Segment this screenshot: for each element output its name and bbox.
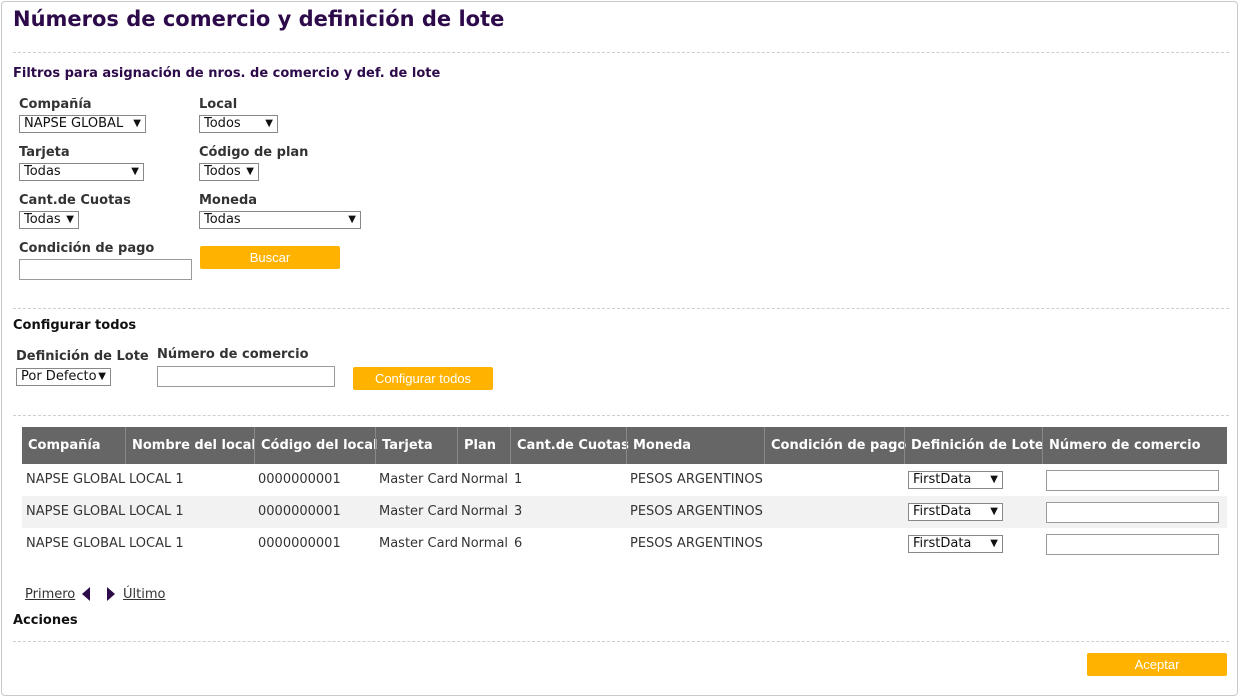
compania-label: Compañía [19,97,92,112]
cell-plan: Normal [461,536,509,551]
filters-title: Filtros para asignación de nros. de come… [13,66,441,81]
cell-cuotas: 3 [514,504,523,519]
configurar-todos-button[interactable]: Configurar todos [353,367,493,390]
divider [13,52,1229,53]
column-header: Condición de pago [764,427,906,464]
column-header: Compañía [28,438,101,453]
triangle-left-icon[interactable] [82,587,90,601]
numero-comercio-row-input[interactable] [1046,502,1219,523]
triangle-right-icon[interactable] [107,587,115,601]
buscar-button[interactable]: Buscar [200,246,340,269]
page-title: Números de comercio y definición de lote [13,7,505,31]
definicion-lote-row-select[interactable]: FirstData ▼ [908,471,1003,489]
cell-cuotas: 6 [514,536,523,551]
column-header: Número de comercio [1042,427,1227,464]
chevron-down-icon: ▼ [66,214,74,225]
numero-comercio-input[interactable] [157,366,335,387]
chevron-down-icon: ▼ [265,118,273,129]
cell-moneda: PESOS ARGENTINOS [630,504,763,519]
chevron-down-icon: ▼ [133,118,141,129]
numero-comercio-label: Número de comercio [157,347,309,362]
cell-codigo: 0000000001 [258,504,341,519]
cell-codigo: 0000000001 [258,472,341,487]
cell-plan: Normal [461,472,509,487]
cell-cuotas: 1 [514,472,523,487]
numero-comercio-row-input[interactable] [1046,470,1219,491]
cell-moneda: PESOS ARGENTINOS [630,536,763,551]
actions-title: Acciones [13,613,78,628]
cell-tarjeta: Master Card [379,504,458,519]
cell-compania: NAPSE GLOBAL [26,504,126,519]
cell-plan: Normal [461,504,509,519]
column-header: Definición de Lote [904,427,1044,464]
column-header: Código del local [254,427,377,464]
chevron-down-icon: ▼ [990,538,998,549]
chevron-down-icon: ▼ [348,214,356,225]
cant-cuotas-select[interactable]: Todas ▼ [19,211,79,229]
column-header: Moneda [626,427,764,464]
codigo-plan-select[interactable]: Todos ▼ [199,163,259,181]
tarjeta-label: Tarjeta [19,145,70,160]
pagination-first-link[interactable]: Primero [25,587,75,602]
definicion-lote-row-select[interactable]: FirstData ▼ [908,535,1003,553]
moneda-select[interactable]: Todas ▼ [199,211,361,229]
cell-compania: NAPSE GLOBAL [26,472,126,487]
chevron-down-icon: ▼ [131,166,139,177]
definicion-lote-label: Definición de Lote [16,349,149,364]
cell-moneda: PESOS ARGENTINOS [630,472,763,487]
cell-codigo: 0000000001 [258,536,341,551]
chevron-down-icon: ▼ [990,506,998,517]
definicion-lote-row-select[interactable]: FirstData ▼ [908,503,1003,521]
definicion-lote-select[interactable]: Por Defecto ▼ [16,368,111,386]
divider [13,308,1229,309]
column-header: Cant.de Cuotas [510,427,629,464]
divider [13,415,1229,416]
configure-all-title: Configurar todos [13,318,137,333]
chevron-down-icon: ▼ [246,166,254,177]
cell-local: LOCAL 1 [129,504,184,519]
tarjeta-select[interactable]: Todas ▼ [19,163,144,181]
column-header: Nombre del local [125,427,256,464]
compania-select[interactable]: NAPSE GLOBAL ▼ [19,115,146,133]
condicion-pago-label: Condición de pago [19,241,155,256]
cell-tarjeta: Master Card [379,536,458,551]
moneda-label: Moneda [199,193,258,208]
column-header: Plan [457,427,510,464]
numero-comercio-row-input[interactable] [1046,534,1219,555]
condicion-pago-input[interactable] [19,259,192,280]
cell-local: LOCAL 1 [129,472,184,487]
pagination-last-link[interactable]: Último [123,587,165,602]
divider [13,641,1229,642]
cell-compania: NAPSE GLOBAL [26,536,126,551]
column-header: Tarjeta [375,427,457,464]
aceptar-button[interactable]: Aceptar [1087,653,1227,676]
chevron-down-icon: ▼ [98,371,106,382]
cell-tarjeta: Master Card [379,472,458,487]
local-label: Local [199,97,238,112]
local-select[interactable]: Todos ▼ [199,115,278,133]
cant-cuotas-label: Cant.de Cuotas [19,193,131,208]
chevron-down-icon: ▼ [990,474,998,485]
codigo-plan-label: Código de plan [199,145,309,160]
cell-local: LOCAL 1 [129,536,184,551]
